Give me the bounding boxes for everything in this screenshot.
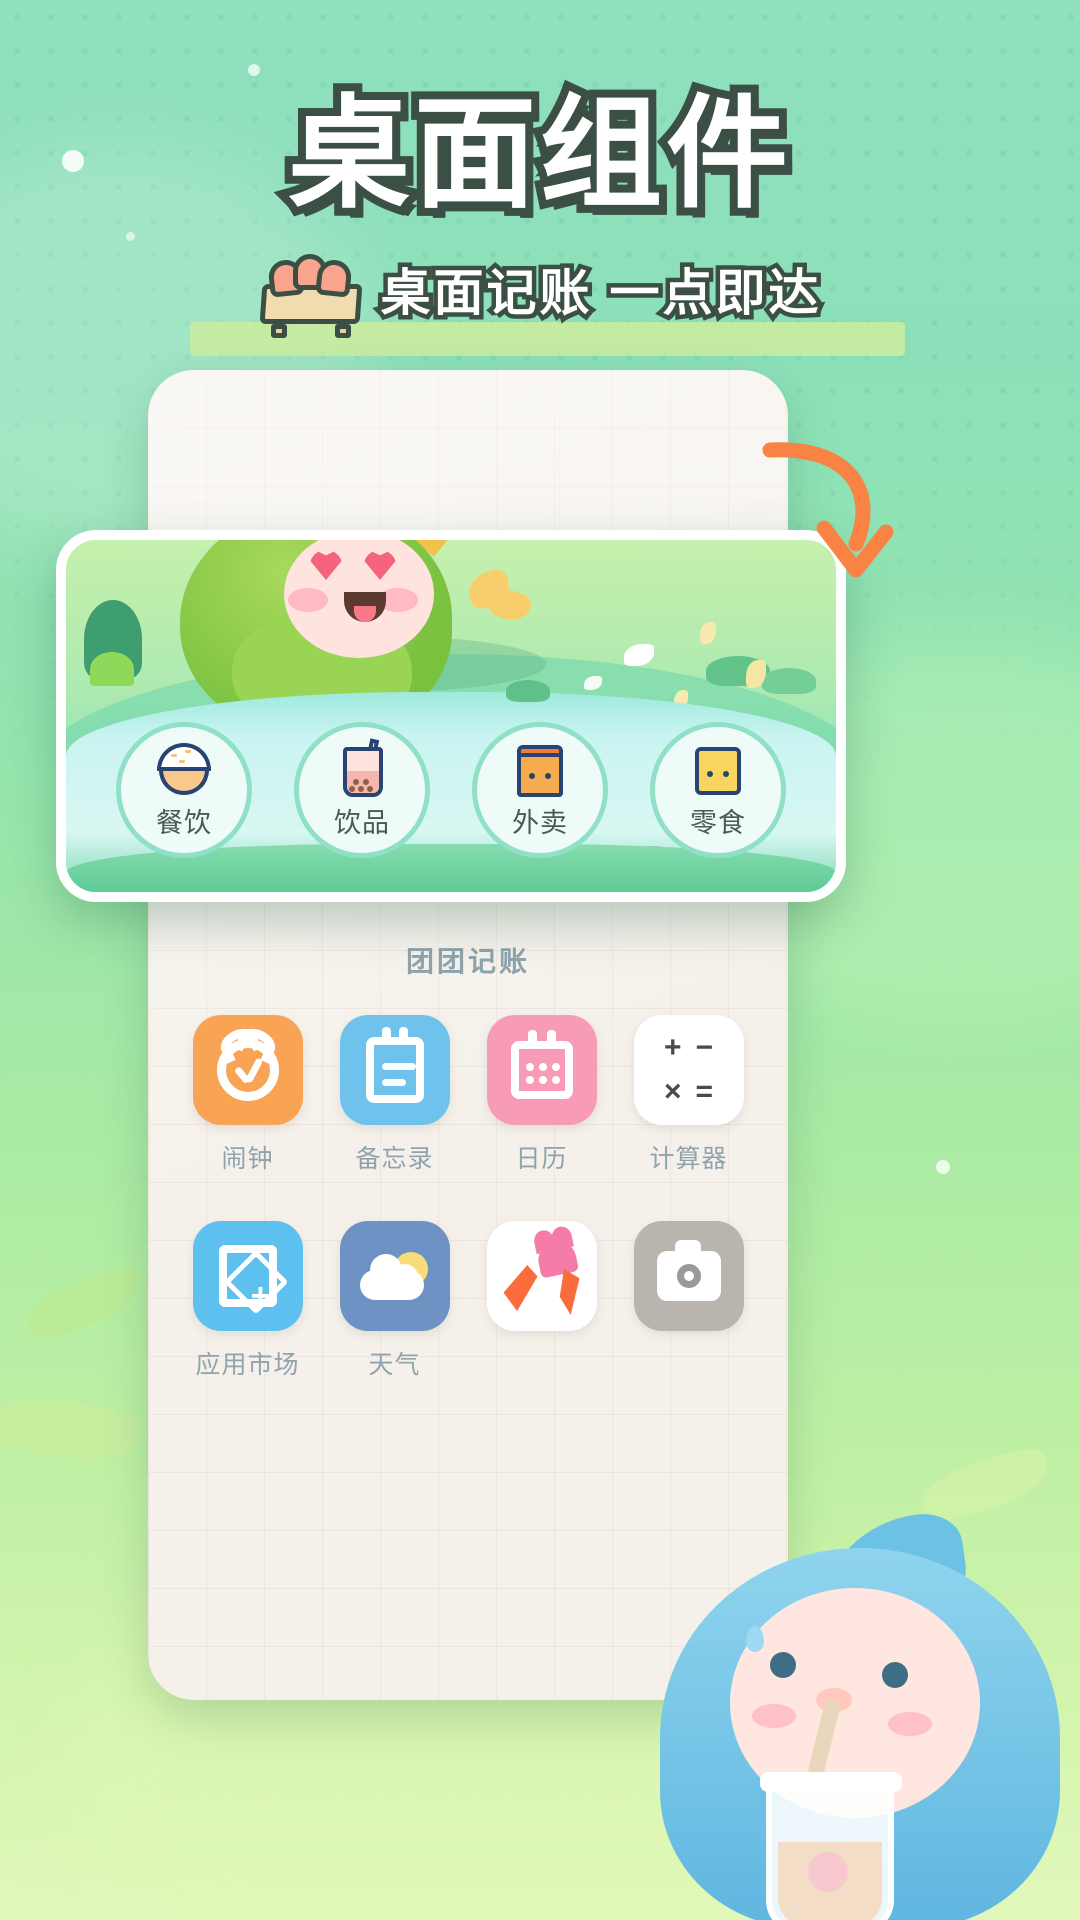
category-label: 餐饮 xyxy=(156,807,212,838)
takeout-bag-icon xyxy=(509,741,571,797)
bush-icon xyxy=(762,668,816,694)
category-button-row: 餐饮 饮品 外卖 零食 xyxy=(66,722,836,858)
category-button-drinks[interactable]: 饮品 xyxy=(294,722,430,858)
shark-eye xyxy=(770,1652,796,1678)
sushi-board-icon xyxy=(259,250,363,339)
app-store-cube-icon: + xyxy=(192,1221,303,1331)
grass-icon xyxy=(90,652,134,686)
app-item-heart-ribbon[interactable] xyxy=(468,1221,615,1381)
alarm-clock-icon xyxy=(192,1015,303,1125)
category-button-snacks[interactable]: 零食 xyxy=(650,722,786,858)
sparkle-icon xyxy=(248,64,260,76)
category-label: 外卖 xyxy=(512,807,568,838)
calculator-icon: + − × = xyxy=(633,1015,744,1125)
app-item-calculator[interactable]: + − × = 计算器 xyxy=(615,1015,762,1175)
water-drop-icon xyxy=(746,1626,764,1652)
rice-bowl-icon xyxy=(153,741,215,797)
calc-glyph-equals: = xyxy=(695,1075,714,1108)
heart-ribbon-icon xyxy=(486,1221,597,1331)
app-label: 应用市场 xyxy=(195,1351,300,1379)
category-label: 饮品 xyxy=(334,807,390,838)
calc-glyph-times: × xyxy=(663,1075,682,1108)
app-drawer-label: 团团记账 xyxy=(405,946,530,977)
app-item-camera[interactable] xyxy=(615,1221,762,1381)
bubble-tea-icon xyxy=(331,737,393,797)
snack-pack-icon xyxy=(687,741,749,797)
curved-arrow-icon xyxy=(752,436,902,606)
app-item-weather[interactable]: 天气 xyxy=(321,1221,468,1381)
app-item-alarm[interactable]: 闹钟 xyxy=(174,1015,321,1175)
blue-shark-hoodie-character xyxy=(620,1458,1080,1920)
camera-icon xyxy=(633,1221,744,1331)
bush-icon xyxy=(506,680,550,702)
category-button-dining[interactable]: 餐饮 xyxy=(116,722,252,858)
shark-blush xyxy=(888,1712,932,1736)
desktop-widget-card[interactable]: 餐饮 饮品 外卖 零食 xyxy=(56,530,846,902)
sparkle-icon xyxy=(936,1160,950,1174)
notepad-icon xyxy=(339,1015,450,1125)
calendar-icon xyxy=(486,1015,597,1125)
calc-glyph-plus: + xyxy=(663,1031,682,1064)
page-subtitle: 桌面记账 一点即达 xyxy=(376,261,823,326)
app-label: 天气 xyxy=(368,1351,421,1379)
shark-blush xyxy=(752,1704,796,1728)
app-label: 计算器 xyxy=(649,1145,728,1173)
category-button-takeout[interactable]: 外卖 xyxy=(472,722,608,858)
page-title: 桌面组件 xyxy=(280,84,796,225)
app-item-app-store[interactable]: + 应用市场 xyxy=(174,1221,321,1381)
weather-cloud-sun-icon xyxy=(339,1221,450,1331)
app-item-calendar[interactable]: 日历 xyxy=(468,1015,615,1175)
app-label: 闹钟 xyxy=(221,1145,274,1173)
hero-header: 桌面组件 桌面记账 一点即达 xyxy=(0,84,1080,339)
subtitle-row: 桌面记账 一点即达 xyxy=(0,250,1080,339)
app-label: 备忘录 xyxy=(355,1145,434,1173)
shark-eye xyxy=(882,1662,908,1688)
app-grid: 闹钟 备忘录 日历 + − × = 计算器 + 应用市场 天气 xyxy=(174,1015,762,1381)
calc-glyph-minus: − xyxy=(695,1031,714,1064)
app-label: 日历 xyxy=(515,1145,568,1173)
category-label: 零食 xyxy=(690,807,746,838)
app-item-notes[interactable]: 备忘录 xyxy=(321,1015,468,1175)
cup-logo xyxy=(808,1852,848,1892)
